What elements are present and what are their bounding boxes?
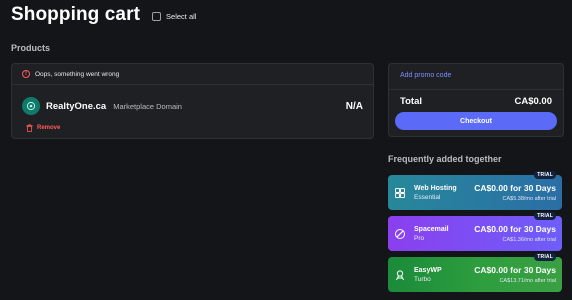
add-promo-code-link[interactable]: Add promo code <box>400 72 451 79</box>
total-label: Total <box>400 96 422 107</box>
error-row: ! Oops, something went wrong <box>22 70 119 78</box>
addon-plan: Turbo <box>414 275 431 283</box>
remove-button[interactable]: Remove <box>26 124 60 132</box>
trial-badge: TRIAL <box>534 212 556 220</box>
order-summary-card: Add promo code Total CA$0.00 Checkout <box>388 63 564 137</box>
total-value: CA$0.00 <box>514 96 553 107</box>
addon-name: Spacemail <box>414 225 449 233</box>
addon-after-trial: CA$13.71/mo after trial <box>499 278 556 284</box>
addon-easywp[interactable]: TRIAL EasyWP Turbo CA$0.00 for 30 Days C… <box>388 253 562 292</box>
frequently-added-label: Frequently added together <box>388 154 502 164</box>
addon-price: CA$0.00 for 30 Days <box>474 265 556 275</box>
addon-prices: CA$0.00 for 30 Days CA$5.38/mo after tri… <box>474 183 556 202</box>
addon-price: CA$0.00 for 30 Days <box>474 224 556 234</box>
trial-badge: TRIAL <box>534 171 556 179</box>
product-logo-icon <box>22 97 40 115</box>
addon-names: EasyWP Turbo <box>414 267 442 283</box>
addon-after-trial: CA$1.36/mo after trial <box>502 237 557 243</box>
addon-web-hosting[interactable]: TRIAL Web Hosting Essential CA$0.00 for … <box>388 171 562 210</box>
addon-price: CA$0.00 for 30 Days <box>474 183 556 193</box>
product-name: RealtyOne.ca <box>46 100 107 112</box>
page-header: Shopping cart Select all <box>11 4 196 26</box>
addon-plan: Essential <box>414 193 441 201</box>
addon-after-trial: CA$5.38/mo after trial <box>502 196 557 202</box>
products-section-label: Products <box>11 43 51 53</box>
error-text: Oops, something went wrong <box>35 70 120 78</box>
wordpress-icon <box>396 269 404 280</box>
addon-prices: CA$0.00 for 30 Days CA$13.71/mo after tr… <box>474 265 556 284</box>
mail-icon <box>395 228 405 239</box>
page-title: Shopping cart <box>11 4 141 25</box>
product-card: ! Oops, something went wrong RealtyOne.c… <box>11 63 374 139</box>
addon-spacemail[interactable]: TRIAL Spacemail Pro CA$0.00 for 30 Days … <box>388 212 562 251</box>
addon-plan: Pro <box>414 234 425 242</box>
hosting-icon <box>395 187 405 198</box>
addon-name: EasyWP <box>414 266 442 274</box>
trial-badge: TRIAL <box>534 253 556 261</box>
trash-icon <box>26 124 33 132</box>
error-icon: ! <box>22 70 30 78</box>
addon-name: Web Hosting <box>414 184 457 192</box>
remove-label: Remove <box>37 125 61 131</box>
select-all-label: Select all <box>166 11 197 21</box>
addon-prices: CA$0.00 for 30 Days CA$1.36/mo after tri… <box>474 224 556 243</box>
select-all-toggle[interactable]: Select all <box>152 11 197 21</box>
product-type: Marketplace Domain <box>113 101 182 111</box>
addon-names: Spacemail Pro <box>414 226 449 242</box>
product-row: RealtyOne.ca Marketplace Domain N/A <box>22 97 363 115</box>
checkout-button[interactable]: Checkout <box>395 112 557 130</box>
addon-names: Web Hosting Essential <box>414 185 457 201</box>
divider <box>389 89 563 90</box>
product-price: N/A <box>345 100 363 112</box>
divider <box>12 84 373 85</box>
select-all-checkbox[interactable] <box>152 11 162 21</box>
